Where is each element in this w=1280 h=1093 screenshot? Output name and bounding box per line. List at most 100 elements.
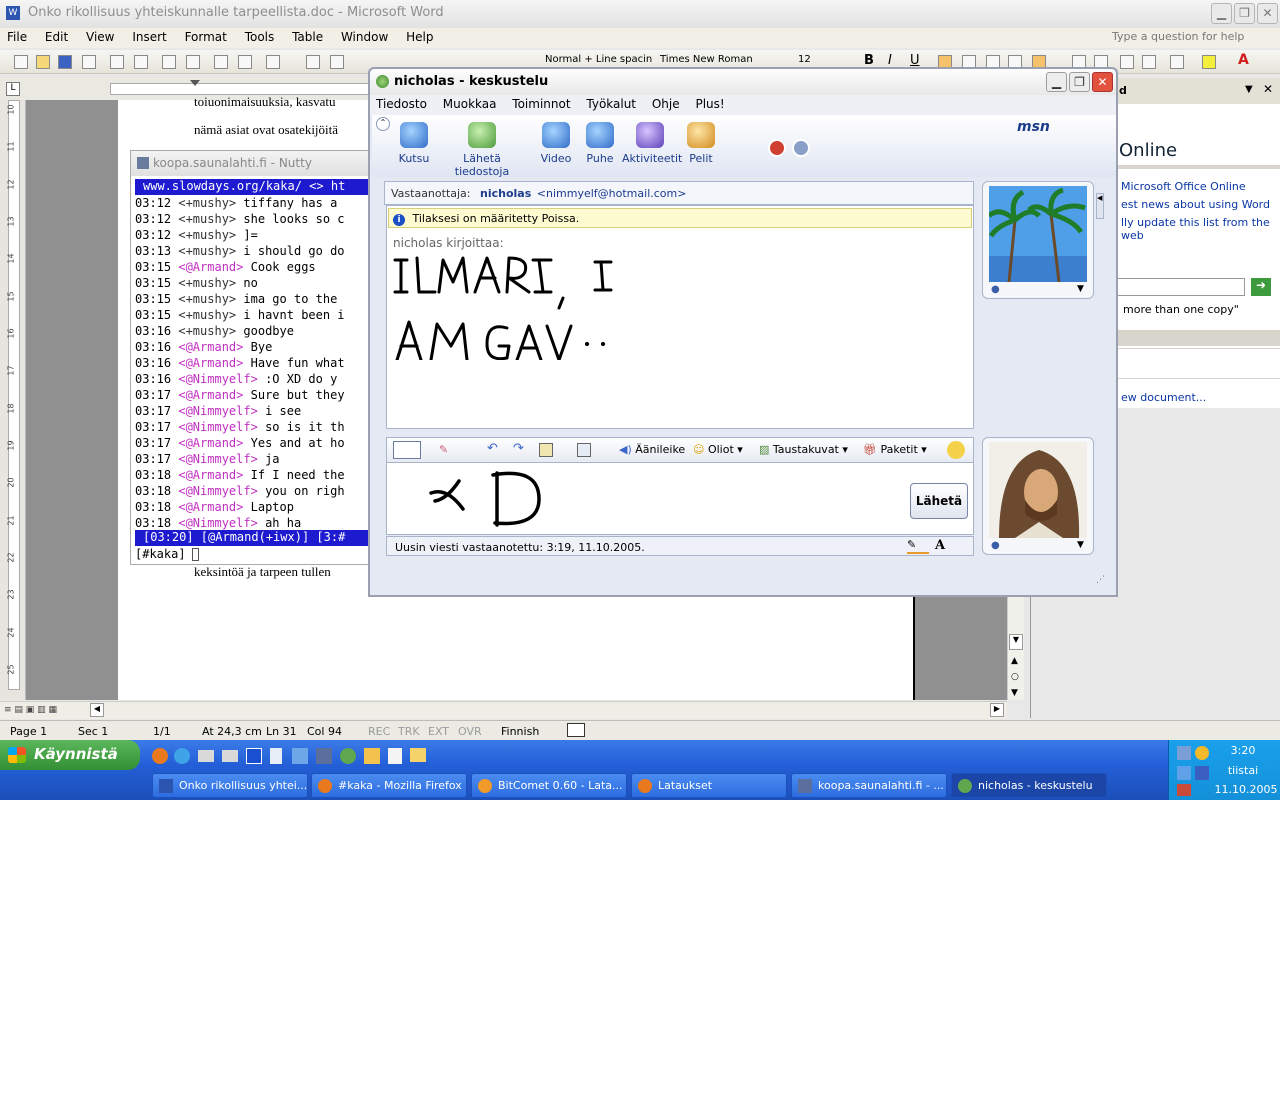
video-button[interactable]: Video: [536, 122, 576, 165]
send-files-button[interactable]: Lähetä tiedostoja: [438, 122, 526, 178]
block-icon[interactable]: [768, 139, 786, 157]
scroll-right-icon[interactable]: ▶: [990, 703, 1004, 717]
status-trk[interactable]: TRK: [398, 725, 420, 738]
help-search-input[interactable]: Type a question for help: [1112, 30, 1272, 46]
nudge-icon[interactable]: [947, 441, 965, 459]
menu-window[interactable]: Window: [334, 28, 395, 44]
collapse-pictures-icon[interactable]: ◀: [1096, 193, 1104, 219]
search-go-icon[interactable]: ➜: [1251, 278, 1271, 296]
text-tab-icon[interactable]: A: [935, 538, 957, 554]
msn-menu-tools[interactable]: Työkalut: [580, 95, 642, 111]
view-buttons[interactable]: ≡ ▤ ▣ ▥ ▦: [4, 705, 74, 717]
msn-icon[interactable]: [340, 748, 356, 764]
border-icon[interactable]: [1170, 55, 1184, 69]
msn-menu-file[interactable]: Tiedosto: [370, 95, 433, 111]
open-icon[interactable]: [36, 55, 50, 69]
nutty-icon[interactable]: [316, 748, 332, 764]
close-button[interactable]: ✕: [1257, 3, 1278, 24]
permission-icon[interactable]: [82, 55, 96, 69]
voice-clip-button[interactable]: ◀) Äänileike: [619, 443, 685, 456]
status-rec[interactable]: REC: [368, 725, 390, 738]
taskbar-item-word[interactable]: Onko rikollisuus yhtei...: [152, 773, 308, 798]
menu-tools[interactable]: Tools: [238, 28, 282, 44]
menu-table[interactable]: Table: [285, 28, 330, 44]
handwriting-tab-icon[interactable]: ✎: [907, 538, 929, 554]
minimize-button[interactable]: ▁: [1211, 3, 1232, 24]
paste-icon[interactable]: [238, 55, 252, 69]
tray-app-icon[interactable]: [1195, 746, 1209, 760]
undo-icon[interactable]: [266, 55, 280, 69]
msn-close-button[interactable]: ✕: [1092, 72, 1113, 92]
activities-button[interactable]: Aktiviteetit: [622, 122, 682, 165]
bold-button[interactable]: B: [864, 53, 874, 68]
display-pictures-icon[interactable]: [792, 139, 810, 157]
highlight-icon[interactable]: [1202, 55, 1216, 69]
decrease-indent-icon[interactable]: [1120, 55, 1134, 69]
start-button[interactable]: Käynnistä: [0, 740, 140, 770]
italic-button[interactable]: I: [888, 53, 892, 68]
irc-input[interactable]: [#kaka]: [135, 546, 371, 562]
backgrounds-button[interactable]: ▨ Taustakuvat ▾: [759, 443, 848, 456]
network-icon[interactable]: [198, 750, 214, 762]
firefox-icon[interactable]: [152, 748, 168, 764]
eraser-icon[interactable]: ✎: [439, 443, 461, 457]
network-icon[interactable]: [222, 750, 238, 762]
msn-menu-actions[interactable]: Toiminnot: [506, 95, 576, 111]
status-ovr[interactable]: OVR: [458, 725, 482, 738]
contact-picture-dropdown-icon[interactable]: ▼: [1077, 284, 1084, 294]
own-picture-menu-icon[interactable]: ●: [991, 540, 1000, 551]
menu-file[interactable]: File: [0, 28, 34, 44]
update-link[interactable]: lly update this list from the web: [1121, 216, 1280, 242]
app-icon[interactable]: [246, 748, 262, 764]
msn-menu-plus[interactable]: Plus!: [689, 95, 730, 111]
irc-window[interactable]: koopa.saunalahti.fi - Nutty www.slowdays…: [130, 150, 371, 565]
redo-icon[interactable]: ↷: [513, 441, 524, 456]
taskbar-item-firefox[interactable]: #kaka - Mozilla Firefox: [311, 773, 467, 798]
table-icon[interactable]: [330, 55, 344, 69]
resize-grip-icon[interactable]: ⋰: [1096, 575, 1105, 585]
scroll-down-icon[interactable]: ▼: [1009, 634, 1023, 650]
tray-msn-icon[interactable]: [1177, 784, 1191, 796]
underline-button[interactable]: U: [910, 53, 920, 68]
handwriting-mode-icon[interactable]: [393, 441, 421, 459]
task-pane-dropdown-icon[interactable]: ▼: [1245, 84, 1253, 95]
menu-format[interactable]: Format: [178, 28, 234, 44]
tray-network-icon[interactable]: [1177, 746, 1191, 760]
print-preview-icon[interactable]: [134, 55, 148, 69]
pen-width-icon[interactable]: [539, 443, 553, 457]
new-document-link[interactable]: ew document...: [1121, 391, 1206, 404]
taskbar-item-downloads[interactable]: Lataukset: [631, 773, 787, 798]
document-icon[interactable]: [388, 748, 402, 764]
invite-button[interactable]: Kutsu: [394, 122, 434, 165]
grid-icon[interactable]: [577, 443, 591, 457]
task-pane-close-icon[interactable]: ✕: [1263, 82, 1273, 96]
tray-monitor-icon[interactable]: [1177, 766, 1191, 780]
research-icon[interactable]: [186, 55, 200, 69]
news-link[interactable]: est news about using Word: [1121, 198, 1270, 211]
clock-time[interactable]: 3:20: [1213, 744, 1273, 757]
own-picture-dropdown-icon[interactable]: ▼: [1077, 540, 1084, 550]
notepad-icon[interactable]: [270, 748, 282, 764]
font-color-icon[interactable]: A: [1238, 52, 1249, 68]
emoticons-button[interactable]: ☺ Oliot ▾: [693, 443, 743, 456]
taskbar-item-msn[interactable]: nicholas - keskustelu: [951, 773, 1107, 798]
recipient-name[interactable]: nicholas: [480, 187, 531, 200]
folder-icon[interactable]: [410, 748, 426, 762]
task-pane-search-input[interactable]: [1117, 278, 1245, 296]
browse-object-icon[interactable]: ○: [1011, 672, 1019, 682]
taskbar-item-nutty[interactable]: koopa.saunalahti.fi - ...: [791, 773, 947, 798]
games-button[interactable]: Pelit: [682, 122, 720, 165]
winks-button[interactable]: 🎁︎ Paketit ▾: [863, 443, 927, 456]
next-page-icon[interactable]: ▼: [1011, 688, 1018, 698]
spelling-icon[interactable]: [162, 55, 176, 69]
increase-indent-icon[interactable]: [1142, 55, 1156, 69]
status-ext[interactable]: EXT: [428, 725, 449, 738]
horizontal-scrollbar[interactable]: ≡ ▤ ▣ ▥ ▦ ◀ ▶: [0, 701, 1007, 719]
scroll-left-icon[interactable]: ◀: [90, 703, 104, 717]
tray-book-icon[interactable]: [1195, 766, 1209, 780]
msn-conversation-window[interactable]: nicholas - keskustelu ▁ ❐ ✕ Tiedosto Muo…: [368, 67, 1118, 597]
indent-marker-icon[interactable]: [190, 80, 200, 86]
media-icon[interactable]: [292, 748, 308, 764]
tab-selector[interactable]: L: [6, 82, 20, 96]
msn-menu-help[interactable]: Ohje: [646, 95, 686, 111]
